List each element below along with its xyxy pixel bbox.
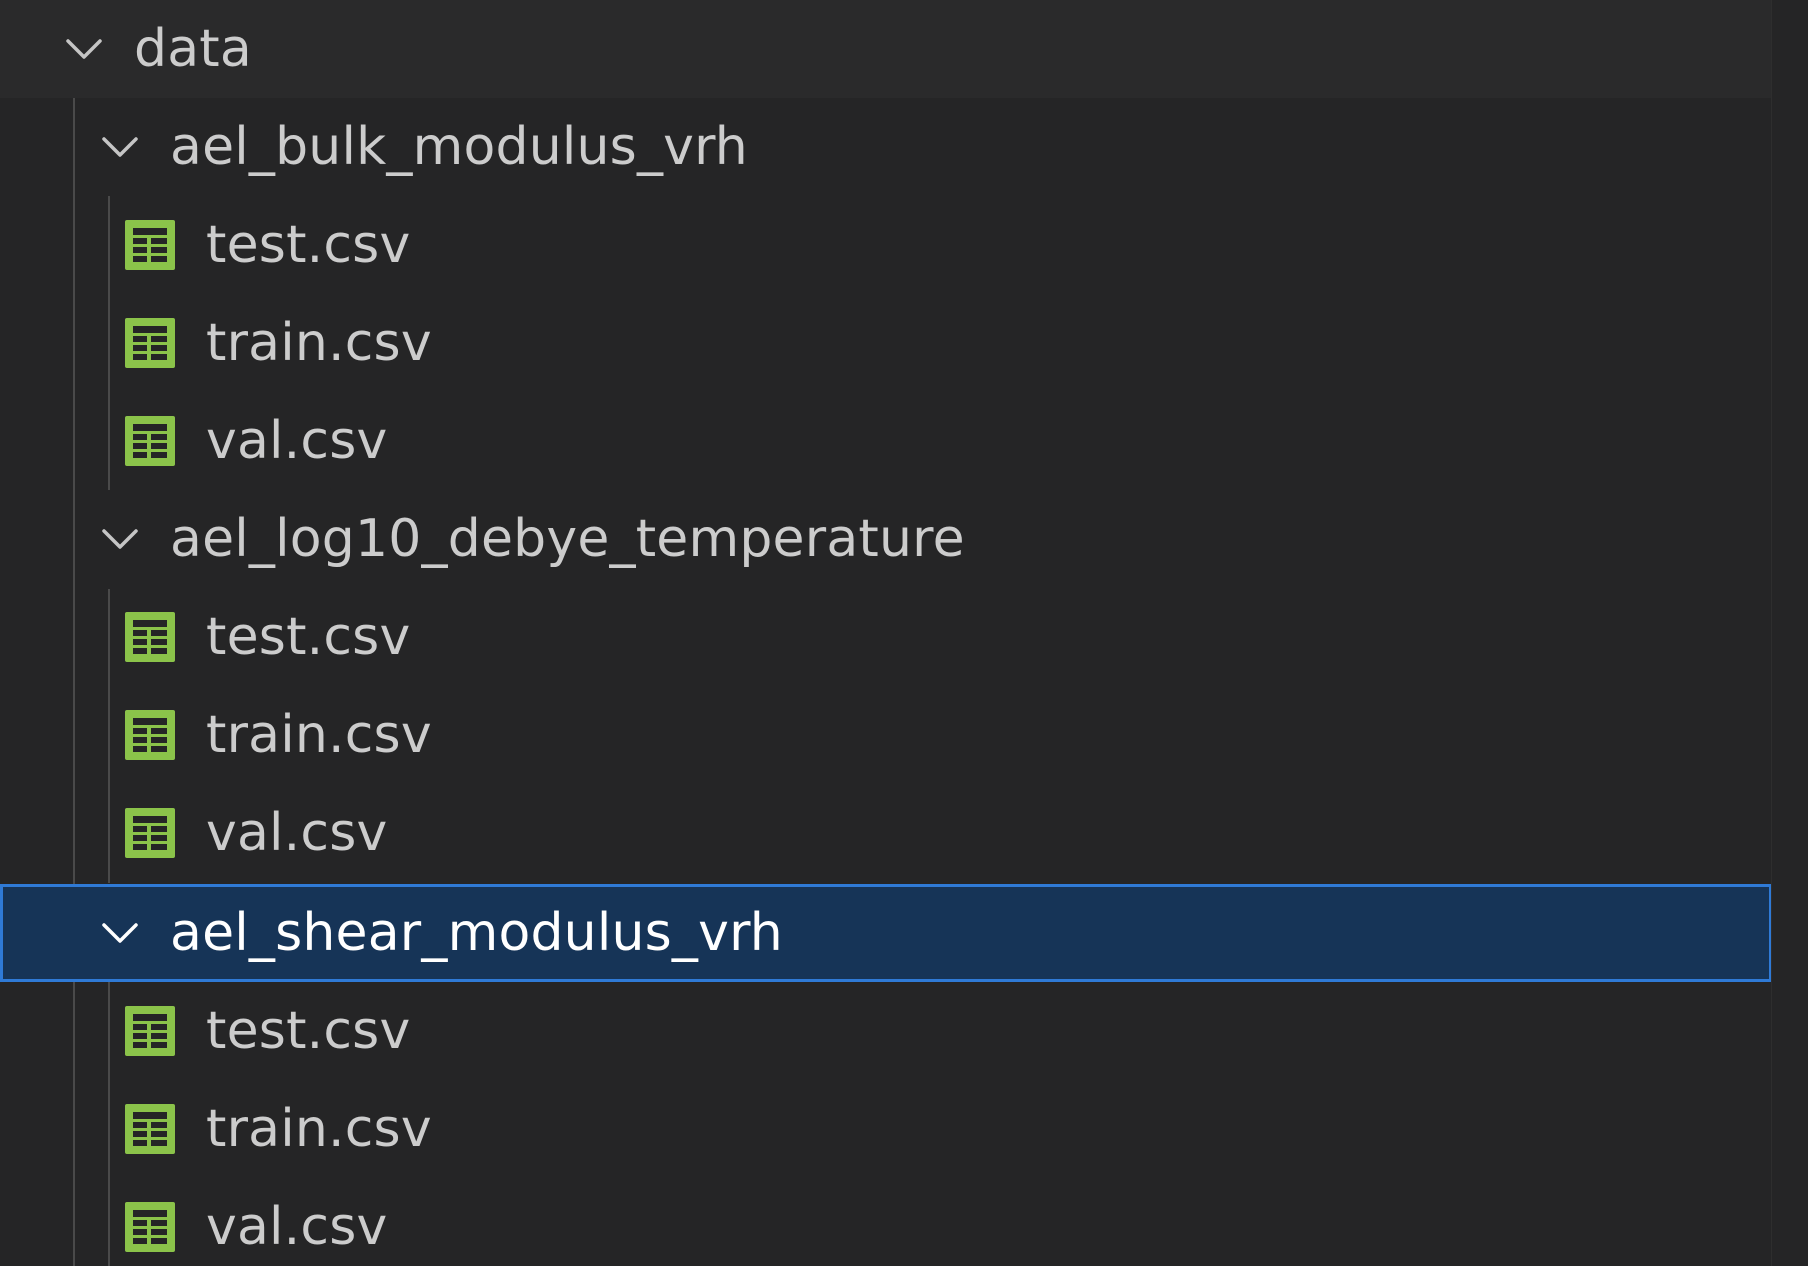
csv-table-icon <box>125 808 175 858</box>
chevron-down-icon[interactable] <box>96 515 144 563</box>
csv-table-icon <box>125 1104 175 1154</box>
folder-label: ael_shear_modulus_vrh <box>170 903 783 963</box>
tree-item-file-train-csv[interactable]: train.csv <box>0 294 1772 392</box>
csv-table-icon <box>125 318 175 368</box>
csv-table-icon <box>125 220 175 270</box>
csv-table-icon <box>125 416 175 466</box>
tree-item-folder-ael-shear-modulus-vrh[interactable]: ael_shear_modulus_vrh <box>0 884 1772 982</box>
file-label: val.csv <box>206 803 388 863</box>
tree-item-file-test-csv[interactable]: test.csv <box>0 196 1772 294</box>
folder-label: data <box>134 19 252 79</box>
csv-table-icon <box>125 612 175 662</box>
tree-item-folder-ael-bulk-modulus-vrh[interactable]: ael_bulk_modulus_vrh <box>0 98 1772 196</box>
file-label: val.csv <box>206 1197 388 1257</box>
chevron-down-icon[interactable] <box>60 25 108 73</box>
csv-table-icon <box>125 1006 175 1056</box>
file-label: train.csv <box>206 1099 432 1159</box>
tree-item-file-train-csv[interactable]: train.csv <box>0 686 1772 784</box>
folder-label: ael_bulk_modulus_vrh <box>170 117 748 177</box>
tree-item-file-test-csv[interactable]: test.csv <box>0 588 1772 686</box>
tree-item-file-test-csv[interactable]: test.csv <box>0 982 1772 1080</box>
file-explorer-tree: data ael_bulk_modulus_vrh test.csv train… <box>0 0 1808 1266</box>
file-label: test.csv <box>206 1001 411 1061</box>
file-label: train.csv <box>206 705 432 765</box>
tree-item-folder-data[interactable]: data <box>0 0 1772 98</box>
file-label: test.csv <box>206 215 411 275</box>
tree-item-file-val-csv[interactable]: val.csv <box>0 784 1772 882</box>
vertical-scrollbar[interactable] <box>1771 0 1808 1266</box>
csv-table-icon <box>125 710 175 760</box>
csv-table-icon <box>125 1202 175 1252</box>
tree-item-file-val-csv[interactable]: val.csv <box>0 1178 1772 1266</box>
chevron-down-icon[interactable] <box>96 123 144 171</box>
file-label: test.csv <box>206 607 411 667</box>
chevron-down-icon[interactable] <box>96 909 144 957</box>
folder-label: ael_log10_debye_temperature <box>170 509 965 569</box>
file-label: train.csv <box>206 313 432 373</box>
tree-item-folder-ael-log10-debye-temperature[interactable]: ael_log10_debye_temperature <box>0 490 1772 588</box>
tree-item-file-train-csv[interactable]: train.csv <box>0 1080 1772 1178</box>
file-label: val.csv <box>206 411 388 471</box>
tree-item-file-val-csv[interactable]: val.csv <box>0 392 1772 490</box>
